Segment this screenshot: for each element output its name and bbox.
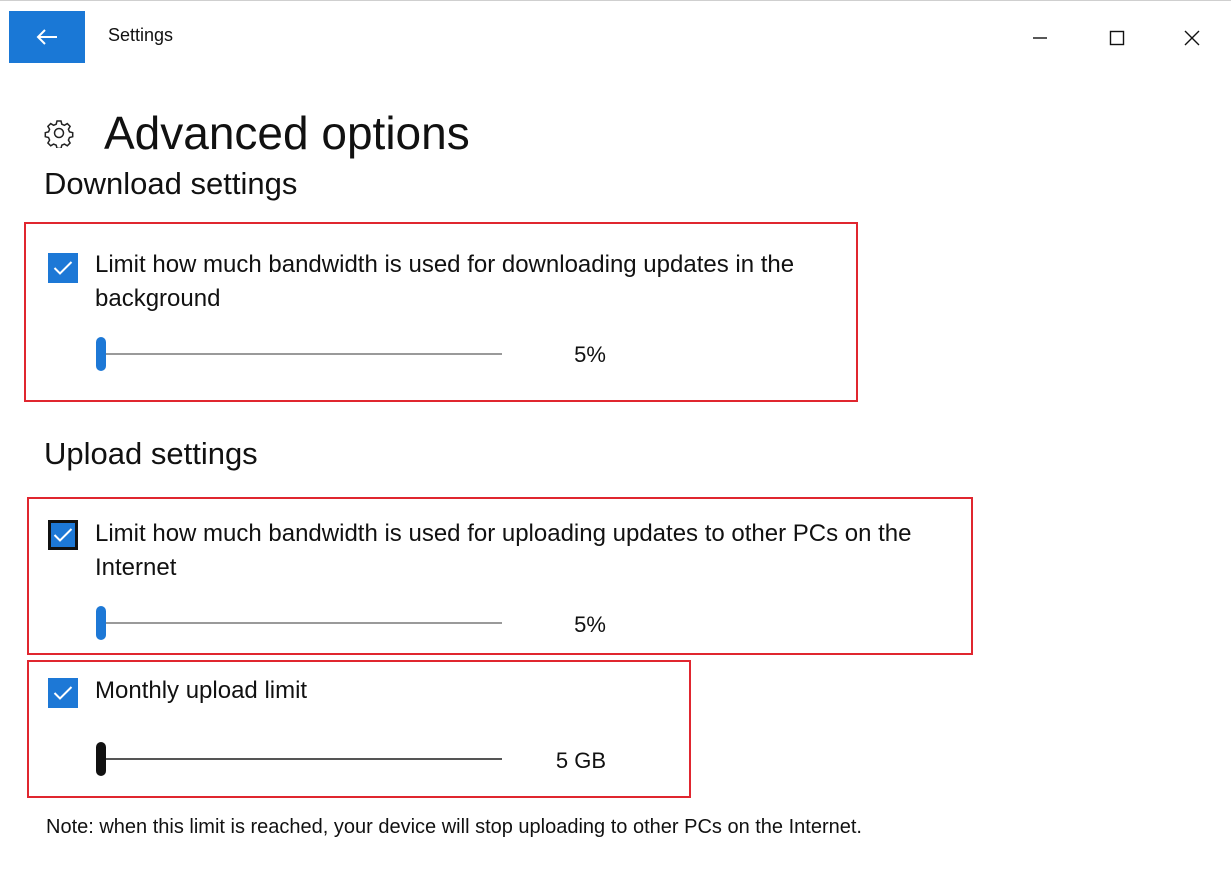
download-bandwidth-value: 5% bbox=[574, 342, 606, 367]
back-button[interactable] bbox=[9, 11, 85, 63]
upload-limit-checkbox[interactable] bbox=[48, 520, 78, 550]
minimize-icon bbox=[1033, 37, 1047, 39]
checkmark-icon bbox=[53, 261, 73, 275]
download-limit-label[interactable]: Limit how much bandwidth is used for dow… bbox=[95, 248, 855, 316]
download-limit-checkbox[interactable] bbox=[48, 253, 78, 283]
checkmark-icon bbox=[53, 528, 73, 542]
maximize-button[interactable] bbox=[1095, 18, 1139, 58]
back-arrow-icon bbox=[36, 29, 57, 45]
upload-limit-note: Note: when this limit is reached, your d… bbox=[46, 816, 862, 838]
slider-thumb[interactable] bbox=[96, 337, 106, 371]
maximize-icon bbox=[1109, 30, 1125, 46]
monthly-limit-checkbox[interactable] bbox=[48, 678, 78, 708]
page-header: Advanced options bbox=[44, 107, 470, 159]
slider-track bbox=[98, 622, 502, 624]
upload-settings-heading: Upload settings bbox=[44, 436, 258, 471]
close-icon bbox=[1184, 30, 1200, 46]
download-bandwidth-slider[interactable] bbox=[96, 336, 502, 372]
monthly-limit-label[interactable]: Monthly upload limit bbox=[95, 674, 655, 708]
gear-icon bbox=[44, 120, 74, 148]
page-title: Advanced options bbox=[104, 107, 470, 159]
upload-bandwidth-slider[interactable] bbox=[96, 605, 502, 641]
monthly-limit-value: 5 GB bbox=[555, 748, 607, 773]
checkmark-icon bbox=[53, 686, 73, 700]
slider-thumb[interactable] bbox=[96, 606, 106, 640]
download-settings-heading: Download settings bbox=[44, 166, 298, 201]
window-title: Settings bbox=[108, 25, 174, 45]
window-top-border bbox=[0, 0, 1231, 10]
slider-thumb[interactable] bbox=[96, 742, 106, 776]
upload-limit-label[interactable]: Limit how much bandwidth is used for upl… bbox=[95, 517, 965, 585]
minimize-button[interactable] bbox=[1018, 18, 1062, 58]
upload-bandwidth-value: 5% bbox=[574, 612, 606, 637]
slider-track bbox=[98, 758, 502, 760]
slider-track bbox=[98, 353, 502, 355]
close-button[interactable] bbox=[1170, 18, 1214, 58]
monthly-limit-slider[interactable] bbox=[96, 741, 502, 777]
